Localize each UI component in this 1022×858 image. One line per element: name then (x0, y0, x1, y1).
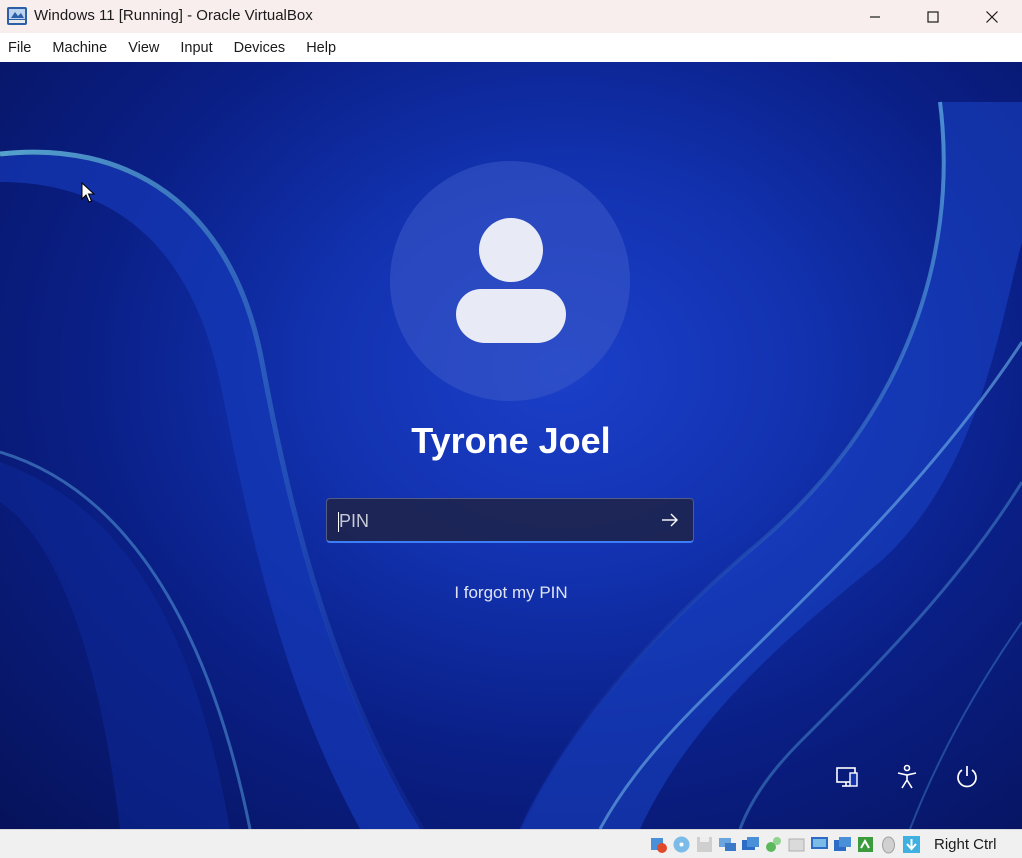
menu-bar: File Machine View Input Devices Help (0, 33, 1022, 62)
mouse-cursor (81, 182, 95, 203)
menu-machine[interactable]: Machine (52, 40, 107, 56)
cpu-icon[interactable] (855, 834, 876, 855)
mouse-integration-icon[interactable] (878, 834, 899, 855)
hard-disk-icon[interactable] (786, 834, 807, 855)
avatar-head (479, 218, 543, 282)
network-icon[interactable] (832, 762, 862, 792)
window-title: Windows 11 [Running] - Oracle VirtualBox (34, 7, 313, 24)
network-adapters-icon[interactable] (717, 834, 738, 855)
host-key-label: Right Ctrl (934, 836, 997, 853)
floppy-icon[interactable] (694, 834, 715, 855)
virtualbox-icon (7, 7, 27, 25)
arrow-right-icon[interactable] (659, 509, 681, 531)
username: Tyrone Joel (411, 420, 611, 461)
menu-file[interactable]: File (8, 40, 31, 56)
shared-folders-icon[interactable] (740, 834, 761, 855)
display-icon[interactable] (809, 834, 830, 855)
usb-icon[interactable] (763, 834, 784, 855)
minimize-icon (870, 15, 880, 18)
menu-view[interactable]: View (128, 40, 159, 56)
power-icon[interactable] (952, 762, 982, 792)
pin-input[interactable]: PIN (326, 498, 694, 543)
menu-input[interactable]: Input (180, 40, 212, 56)
user-avatar (390, 161, 630, 401)
status-bar: Right Ctrl (0, 829, 1022, 858)
title-bar: Windows 11 [Running] - Oracle VirtualBox (0, 0, 1022, 33)
avatar-body (456, 289, 566, 343)
accessibility-icon[interactable] (892, 762, 922, 792)
menu-devices[interactable]: Devices (234, 40, 286, 56)
minimize-button[interactable] (846, 0, 904, 33)
vm-screen[interactable]: Tyrone Joel PIN I forgot my PIN (0, 62, 1022, 829)
optical-drive-icon[interactable] (671, 834, 692, 855)
pin-placeholder: PIN (339, 511, 370, 531)
forgot-pin-link[interactable]: I forgot my PIN (0, 583, 1022, 603)
maximize-icon (927, 10, 939, 23)
maximize-button[interactable] (904, 0, 962, 33)
close-icon (986, 10, 998, 23)
menu-help[interactable]: Help (306, 40, 336, 56)
recording-icon[interactable] (832, 834, 853, 855)
close-button[interactable] (963, 0, 1021, 33)
audio-icon[interactable] (648, 834, 669, 855)
keyboard-icon[interactable] (901, 834, 922, 855)
